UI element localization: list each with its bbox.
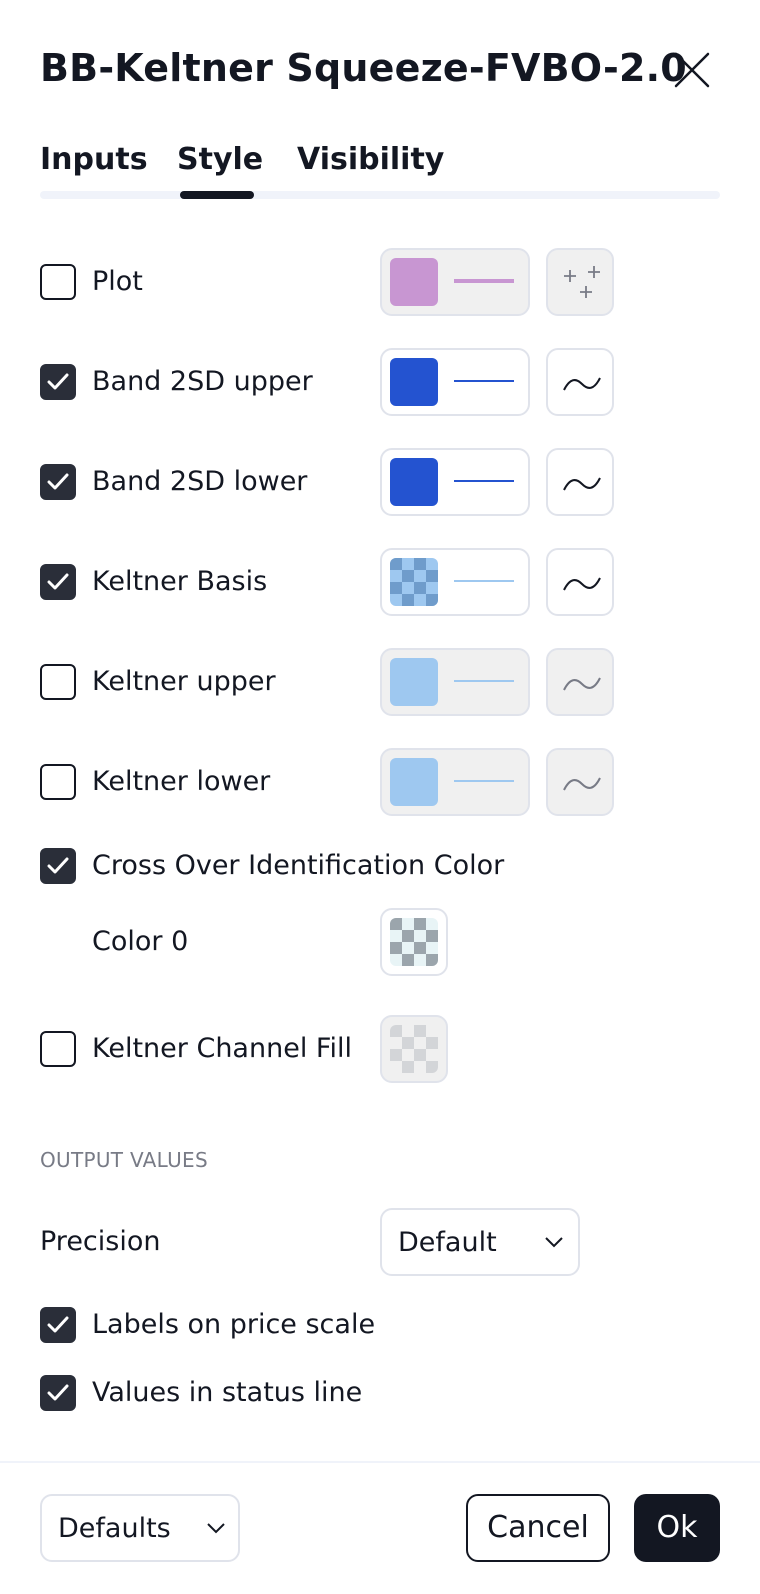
checkbox-cross-over[interactable] [40, 848, 76, 884]
row-label-keltner-channel-fill: Keltner Channel Fill [92, 1033, 352, 1064]
defaults-dropdown[interactable]: Defaults [40, 1494, 240, 1562]
tab-track [40, 191, 720, 199]
color-button-keltner-channel-fill[interactable] [380, 1015, 448, 1083]
color-line-button-band-2sd-lower[interactable] [380, 448, 530, 516]
checkmark-icon [47, 1384, 69, 1401]
color-line-button-keltner-basis[interactable] [380, 548, 530, 616]
checkmark-icon [47, 373, 69, 390]
row-label-plot: Plot [92, 266, 143, 297]
precision-label: Precision [40, 1226, 161, 1257]
checkmark-icon [47, 857, 69, 874]
row-label-band-2sd-upper: Band 2SD upper [92, 366, 313, 397]
checkmark-icon [47, 473, 69, 490]
section-header-output-values: OUTPUT VALUES [40, 1148, 208, 1172]
row-label-band-2sd-lower: Band 2SD lower [92, 466, 308, 497]
line-sample [454, 780, 514, 782]
line-style-icon [563, 677, 601, 691]
checkbox-keltner-lower[interactable] [40, 764, 76, 800]
plot-style-button-keltner-basis[interactable] [546, 548, 614, 616]
color-line-button-plot[interactable] [380, 248, 530, 316]
dialog-title: BB-Keltner Squeeze-FVBO-2.0 [40, 46, 687, 90]
checkbox-keltner-channel-fill[interactable] [40, 1031, 76, 1067]
precision-select-value: Default [398, 1227, 497, 1258]
precision-select[interactable]: Default [380, 1208, 580, 1276]
chevron-down-icon [545, 1237, 563, 1248]
color-swatch [390, 258, 438, 306]
line-sample [454, 680, 514, 682]
checkbox-plot[interactable] [40, 264, 76, 300]
ok-button[interactable]: Ok [634, 1494, 720, 1562]
indicator-settings-dialog: BB-Keltner Squeeze-FVBO-2.0 Inputs Style… [0, 0, 760, 1594]
line-style-icon [563, 477, 601, 491]
color-swatch [390, 458, 438, 506]
plot-style-button-band-2sd-lower[interactable] [546, 448, 614, 516]
tab-visibility[interactable]: Visibility [297, 136, 444, 184]
plot-style-button-plot[interactable] [546, 248, 614, 316]
tab-bar: Inputs Style Visibility [40, 136, 720, 200]
close-button[interactable] [668, 46, 716, 94]
line-style-icon [563, 377, 601, 391]
defaults-dropdown-label: Defaults [58, 1513, 171, 1544]
color-line-button-keltner-upper[interactable] [380, 648, 530, 716]
row-label-color-0: Color 0 [92, 926, 189, 957]
transparent-color-swatch [390, 1025, 438, 1073]
color-swatch [390, 758, 438, 806]
row-label-keltner-upper: Keltner upper [92, 666, 276, 697]
crosses-icon [564, 266, 600, 298]
row-label-labels-on-price-scale: Labels on price scale [92, 1309, 376, 1340]
checkbox-labels-on-price-scale[interactable] [40, 1307, 76, 1343]
color-line-button-band-2sd-upper[interactable] [380, 348, 530, 416]
chevron-down-icon [207, 1523, 225, 1534]
tab-style[interactable]: Style [177, 136, 263, 184]
line-style-icon [563, 577, 601, 591]
transparent-color-swatch [390, 918, 438, 966]
line-sample [454, 480, 514, 482]
color-swatch [390, 658, 438, 706]
line-style-icon [563, 777, 601, 791]
color-button-color-0[interactable] [380, 908, 448, 976]
close-icon [674, 52, 710, 88]
cancel-button[interactable]: Cancel [466, 1494, 610, 1562]
plot-style-button-keltner-lower[interactable] [546, 748, 614, 816]
line-sample [454, 380, 514, 382]
checkbox-values-in-status-line[interactable] [40, 1375, 76, 1411]
row-label-values-in-status-line: Values in status line [92, 1377, 363, 1408]
line-sample [454, 580, 514, 582]
checkmark-icon [47, 1316, 69, 1333]
checkmark-icon [47, 573, 69, 590]
transparent-color-swatch [390, 558, 438, 606]
checkbox-band-2sd-upper[interactable] [40, 364, 76, 400]
color-line-button-keltner-lower[interactable] [380, 748, 530, 816]
checkbox-band-2sd-lower[interactable] [40, 464, 76, 500]
row-label-keltner-lower: Keltner lower [92, 766, 271, 797]
color-swatch [390, 358, 438, 406]
plot-style-button-band-2sd-upper[interactable] [546, 348, 614, 416]
active-tab-indicator [180, 191, 254, 199]
row-label-keltner-basis: Keltner Basis [92, 566, 268, 597]
footer-divider [0, 1461, 760, 1463]
checkbox-keltner-upper[interactable] [40, 664, 76, 700]
plot-style-button-keltner-upper[interactable] [546, 648, 614, 716]
tab-inputs[interactable]: Inputs [40, 136, 148, 184]
line-sample [454, 279, 514, 283]
checkbox-keltner-basis[interactable] [40, 564, 76, 600]
row-label-cross-over: Cross Over Identification Color [92, 850, 505, 881]
